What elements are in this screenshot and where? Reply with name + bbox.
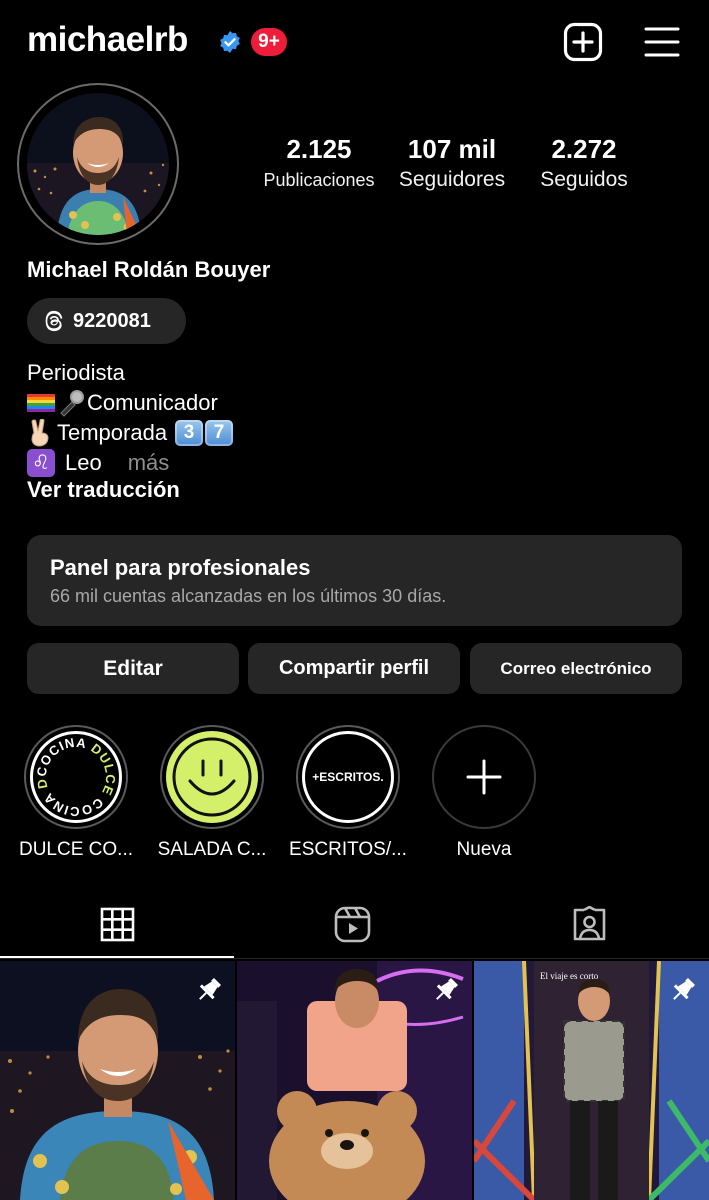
highlight-dulce[interactable]: COCINA DULCE COCINA DULCE DULCE CO... [19,725,133,860]
hamburger-menu-icon[interactable] [644,26,680,58]
svg-text:COCINA DULCE COCINA DULCE: COCINA DULCE COCINA DULCE [33,734,118,819]
rainbow-flag-icon [27,394,55,412]
grid-icon[interactable] [100,907,135,942]
notification-badge[interactable]: 9+ [251,28,287,56]
panel-subtitle: 66 mil cuentas alcanzadas en los últimos… [50,586,447,606]
microphone-icon [60,390,84,417]
pin-icon [673,977,696,1000]
bio-line-1: Periodista [27,360,125,385]
pin-icon [199,977,222,1000]
profile-username[interactable]: michaelrb [27,20,188,60]
bio-line-4: ♌ Leo más [27,448,233,478]
highlight-ring: +ESCRITOS. [296,725,400,829]
plus-icon [466,759,502,795]
bio-line-2-text: Comunicador [87,390,218,415]
stat-followers-value: 107 mil [407,134,497,164]
highlight-label: Nueva [456,839,512,860]
avatar[interactable] [27,93,169,235]
leo-zodiac-icon: ♌ [27,449,55,477]
see-translation-link[interactable]: Ver traducción [27,477,180,503]
bio-line-3-text: Temporada [57,420,168,445]
threads-button[interactable]: 9220081 [27,298,186,344]
highlight-cover: +ESCRITOS. [302,731,394,823]
reels-icon[interactable] [334,906,371,943]
tabs-divider [0,958,709,959]
stat-posts-label: Publicaciones [263,170,375,190]
stat-posts-value: 2.125 [286,134,352,164]
new-post-icon[interactable] [563,22,603,62]
highlight-ring [432,725,536,829]
bio-line-4-text: Leo [65,450,102,475]
keycap-digit: 7 [205,420,234,446]
stat-followers[interactable]: 107 mil Seguidores [388,132,516,194]
bio-line-2: Comunicador [27,388,233,418]
smiley-face-icon [172,737,252,817]
email-button[interactable]: Correo electrónico [470,643,682,694]
bio-line-3: Temporada 3 7 [27,418,234,448]
highlight-label: DULCE CO... [18,839,134,860]
verified-badge-icon [220,31,240,53]
cocina-dulce-cover: COCINA DULCE COCINA DULCE [33,734,118,819]
edit-profile-button[interactable]: Editar [27,643,239,694]
highlight-label: ESCRITOS/... [289,839,407,860]
avatar-photo [27,93,169,235]
highlight-escritos[interactable]: +ESCRITOS. ESCRITOS/... [289,725,407,860]
stat-posts[interactable]: 2.125 Publicaciones [259,132,379,194]
profile-bio: Periodista Comunicador Temporada 3 7 ♌ L… [27,358,234,478]
svg-text:El viaje es corto: El viaje es corto [540,971,599,981]
victory-hand-icon [31,419,49,447]
stat-following[interactable]: 2.272 Seguidos [528,132,640,194]
highlight-new[interactable]: Nueva [431,725,537,860]
stat-following-value: 2.272 [551,134,617,164]
highlight-cover: COCINA DULCE COCINA DULCE [30,731,122,823]
escritos-cover-text: +ESCRITOS. [312,770,384,784]
highlight-ring [160,725,264,829]
stat-following-label: Seguidos [540,168,628,191]
professional-dashboard-card[interactable]: Panel para profesionales 66 mil cuentas … [27,535,682,626]
highlight-salada[interactable]: SALADA C... [158,725,266,860]
threads-label: 9220081 [73,309,151,332]
tagged-icon[interactable] [571,906,608,943]
share-profile-button[interactable]: Compartir perfil [248,643,460,694]
highlight-cover [166,731,258,823]
highlight-label: SALADA C... [157,839,267,860]
pin-icon [436,977,459,1000]
profile-full-name: Michael Roldán Bouyer [27,257,271,282]
bio-more-link[interactable]: más [128,448,170,478]
stat-followers-label: Seguidores [398,168,506,191]
panel-title: Panel para profesionales [50,555,311,580]
keycap-digit: 3 [175,420,204,446]
active-tab-indicator [0,956,234,958]
threads-icon [45,310,63,332]
highlight-ring: COCINA DULCE COCINA DULCE [24,725,128,829]
